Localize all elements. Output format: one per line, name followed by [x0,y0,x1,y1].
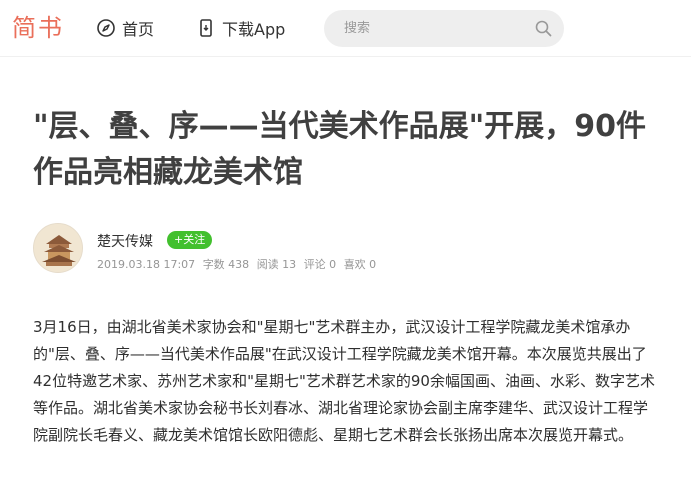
search-icon[interactable] [535,20,552,37]
phone-icon [200,19,212,37]
publish-time: 2019.03.18 17:07 [97,258,196,271]
article-title: "层、叠、序——当代美术作品展"开展，90件作品亮相藏龙美术馆 [33,109,647,190]
follow-label: 关注 [183,233,206,246]
plus-icon: + [174,233,184,246]
follow-button[interactable]: +关注 [167,231,213,249]
author-name[interactable]: 楚天传媒 [97,231,153,251]
author-avatar[interactable] [33,223,83,273]
read-count: 阅读 13 [256,258,297,271]
search-box [324,10,564,47]
nav-home-label: 首页 [122,20,155,39]
nav-home[interactable]: 首页 [96,16,154,40]
pavilion-icon [34,224,82,272]
compass-icon [97,19,115,37]
like-count: 喜欢 0 [343,258,377,271]
article-body: 3月16日，由湖北省美术家协会和"星期七"艺术群主办，武汉设计工程学院藏龙美术馆… [33,318,655,444]
top-navbar: 简书 首页 下载App [0,0,691,57]
jianshu-logo[interactable]: 简书 [12,12,64,44]
nav-download-app[interactable]: 下载App [196,16,285,40]
word-count: 字数 438 [202,258,250,271]
comment-count: 评论 0 [303,258,337,271]
article-meta: 2019.03.18 17:07 字数 438 阅读 13 评论 0 喜欢 0 [97,256,380,272]
nav-download-label: 下载App [222,20,286,39]
search-input[interactable] [344,10,524,47]
